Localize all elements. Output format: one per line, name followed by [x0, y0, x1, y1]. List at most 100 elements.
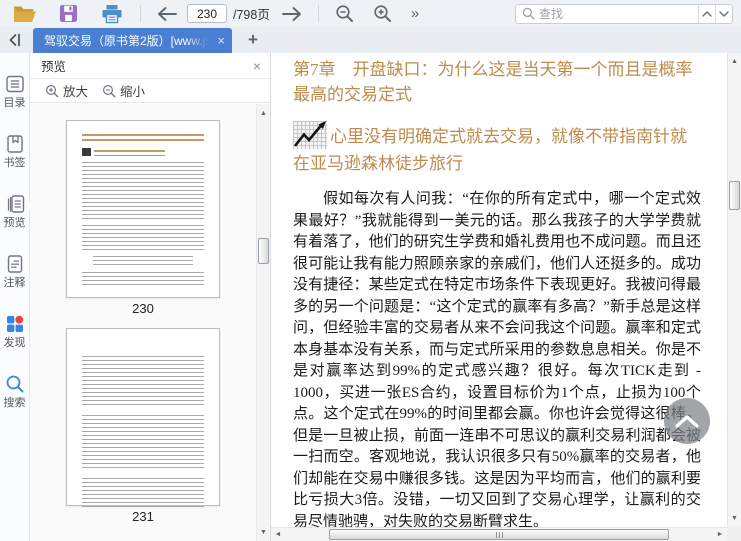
arrow-left-icon [156, 6, 178, 22]
chart-line-icon [293, 121, 327, 149]
chapter-heading: 第7章 开盘缺口：为什么这是当天第一个而且是概率最高的交易定式 [293, 60, 693, 104]
thumbnail-zoom-controls: 放大 缩小 [30, 79, 270, 103]
preview-panel-title: 预览 [41, 60, 67, 74]
epigraph-text: 心里没有明确定式就去交易，就像不带指南针就在亚马逊森林徒步旅行 [293, 127, 687, 173]
thumb-text-lines [82, 415, 204, 471]
scrollbar-corner [727, 527, 741, 541]
page-total-label: /798页 [233, 8, 270, 22]
document-horizontal-scrollbar[interactable]: ◄ ► [271, 527, 727, 541]
collapse-panel-icon [7, 32, 23, 48]
annotation-icon [4, 253, 26, 275]
preview-panel: 预览 × 放大 缩小 230 231 ▲ ▼ [30, 53, 271, 541]
scroll-down-arrow-icon[interactable]: ▼ [728, 515, 741, 522]
printer-icon [101, 4, 123, 24]
thumb-list-lines [92, 256, 193, 267]
body-paragraph: 假如每次有人问我：“在你的所有定式中，哪一个定式效果最好？”我就能得到一美元的话… [293, 191, 701, 527]
sidebar-item-label: 发现 [3, 337, 26, 349]
thumbnail-zoom-in-button[interactable]: 放大 [45, 81, 88, 100]
sidebar-item-discover[interactable]: 发现 [0, 313, 30, 350]
magnifier-plus-icon [45, 84, 59, 98]
scroll-left-arrow-icon[interactable]: ◄ [273, 531, 283, 538]
thumbnail-zoom-out-label: 缩小 [120, 85, 146, 99]
sidebar-item-annotations[interactable]: 注释 [0, 253, 30, 290]
preview-pages-icon [4, 193, 26, 215]
save-floppy-icon [59, 4, 78, 23]
previous-page-button[interactable] [153, 2, 181, 26]
thumbnail-list: 230 231 [30, 104, 256, 541]
back-to-top-button[interactable] [664, 398, 710, 444]
document-vertical-scrollbar[interactable]: ▲ ▼ [727, 53, 741, 527]
tab-close-icon[interactable]: × [217, 34, 225, 47]
epigraph: 心里没有明确定式就去交易，就像不带指南针就在亚马逊森林徒步旅行 [293, 121, 701, 177]
tab-bar: 驾驭交易（原书第2版）[www.j9 × + [0, 27, 741, 53]
thumb-text-lines [82, 272, 204, 288]
search-blue-icon [4, 373, 26, 395]
sidebar-item-label: 书签 [3, 157, 26, 169]
sidebar-item-preview[interactable]: 预览 [0, 193, 31, 230]
sidebar-item-label: 目录 [3, 97, 26, 109]
thumb-heading-lines [82, 134, 204, 143]
find-previous-button[interactable] [698, 4, 715, 23]
thumbnail-page-231[interactable] [66, 328, 220, 510]
find-input[interactable] [535, 6, 698, 21]
folder-open-icon [13, 4, 36, 23]
more-tools-button[interactable]: » [411, 5, 419, 22]
magnifier-minus-icon [335, 4, 354, 23]
thumbnail-page-label: 230 [132, 301, 154, 316]
navigation-sidebar: 目录 书签 预览 注释 发现 搜索 [0, 53, 31, 541]
document-page: 第7章 开盘缺口：为什么这是当天第一个而且是概率最高的交易定式 心里没有明确定式… [271, 53, 727, 527]
arrow-right-icon [281, 6, 303, 22]
find-bar [515, 3, 733, 24]
thumbnail-page-230[interactable] [66, 120, 220, 298]
chevron-up-icon [674, 414, 700, 429]
thumb-text-lines [82, 225, 204, 251]
zoom-out-button[interactable] [331, 2, 359, 26]
sidebar-item-bookmarks[interactable]: 书签 [0, 133, 30, 170]
toolbar-separator [317, 5, 319, 22]
thumbnail-scrollbar[interactable]: ▲ ▼ [256, 104, 270, 541]
thumb-text-lines [82, 356, 204, 408]
thumb-text-lines [82, 478, 204, 510]
thumb-text-lines [82, 162, 204, 220]
collapse-sidebar-button[interactable] [0, 27, 30, 53]
magnifier-minus-icon [102, 84, 116, 98]
zoom-in-button[interactable] [369, 2, 397, 26]
thumbnail-scrollbar-thumb[interactable] [258, 238, 269, 264]
document-area: 第7章 开盘缺口：为什么这是当天第一个而且是概率最高的交易定式 心里没有明确定式… [271, 53, 741, 541]
main-toolbar: /798页 » [0, 0, 741, 27]
find-next-button[interactable] [715, 4, 732, 23]
sidebar-item-toc[interactable]: 目录 [0, 73, 30, 110]
chevron-down-icon [719, 10, 729, 17]
document-viewport[interactable]: 第7章 开盘缺口：为什么这是当天第一个而且是概率最高的交易定式 心里没有明确定式… [271, 53, 727, 527]
scroll-right-arrow-icon[interactable]: ► [715, 531, 725, 538]
sidebar-item-label: 预览 [3, 217, 26, 229]
print-button[interactable] [96, 2, 128, 26]
scroll-up-arrow-icon[interactable]: ▲ [728, 58, 741, 65]
sidebar-item-label: 注释 [3, 277, 26, 289]
bookmark-icon [4, 133, 26, 155]
page-number-input[interactable] [187, 4, 227, 23]
sidebar-item-label: 搜索 [3, 397, 26, 409]
toc-icon [4, 73, 26, 95]
new-tab-button[interactable]: + [240, 27, 266, 53]
preview-panel-header: 预览 × [30, 53, 270, 79]
scroll-down-arrow-icon[interactable]: ▼ [257, 529, 270, 536]
close-panel-icon[interactable]: × [253, 59, 261, 73]
thumb-chart-icon [82, 148, 204, 156]
vertical-scrollbar-thumb[interactable] [729, 181, 740, 210]
thumbnail-zoom-out-button[interactable]: 缩小 [102, 81, 145, 100]
save-button[interactable] [52, 2, 84, 26]
thumbnail-zoom-in-label: 放大 [63, 85, 89, 99]
toolbar-separator [140, 5, 141, 22]
next-page-button[interactable] [278, 2, 306, 26]
tab-title: 驾驭交易（原书第2版）[www.j9 [44, 34, 213, 48]
chevron-up-icon [702, 10, 712, 17]
discover-icon [4, 313, 26, 335]
open-file-button[interactable] [8, 2, 40, 26]
sidebar-item-search[interactable]: 搜索 [0, 373, 30, 410]
thumbnail-page-label: 231 [132, 509, 154, 524]
scroll-up-arrow-icon[interactable]: ▲ [257, 110, 270, 117]
horizontal-scrollbar-thumb[interactable] [329, 529, 669, 540]
magnifier-plus-icon [373, 4, 392, 23]
tab-document[interactable]: 驾驭交易（原书第2版）[www.j9 × [33, 28, 232, 53]
